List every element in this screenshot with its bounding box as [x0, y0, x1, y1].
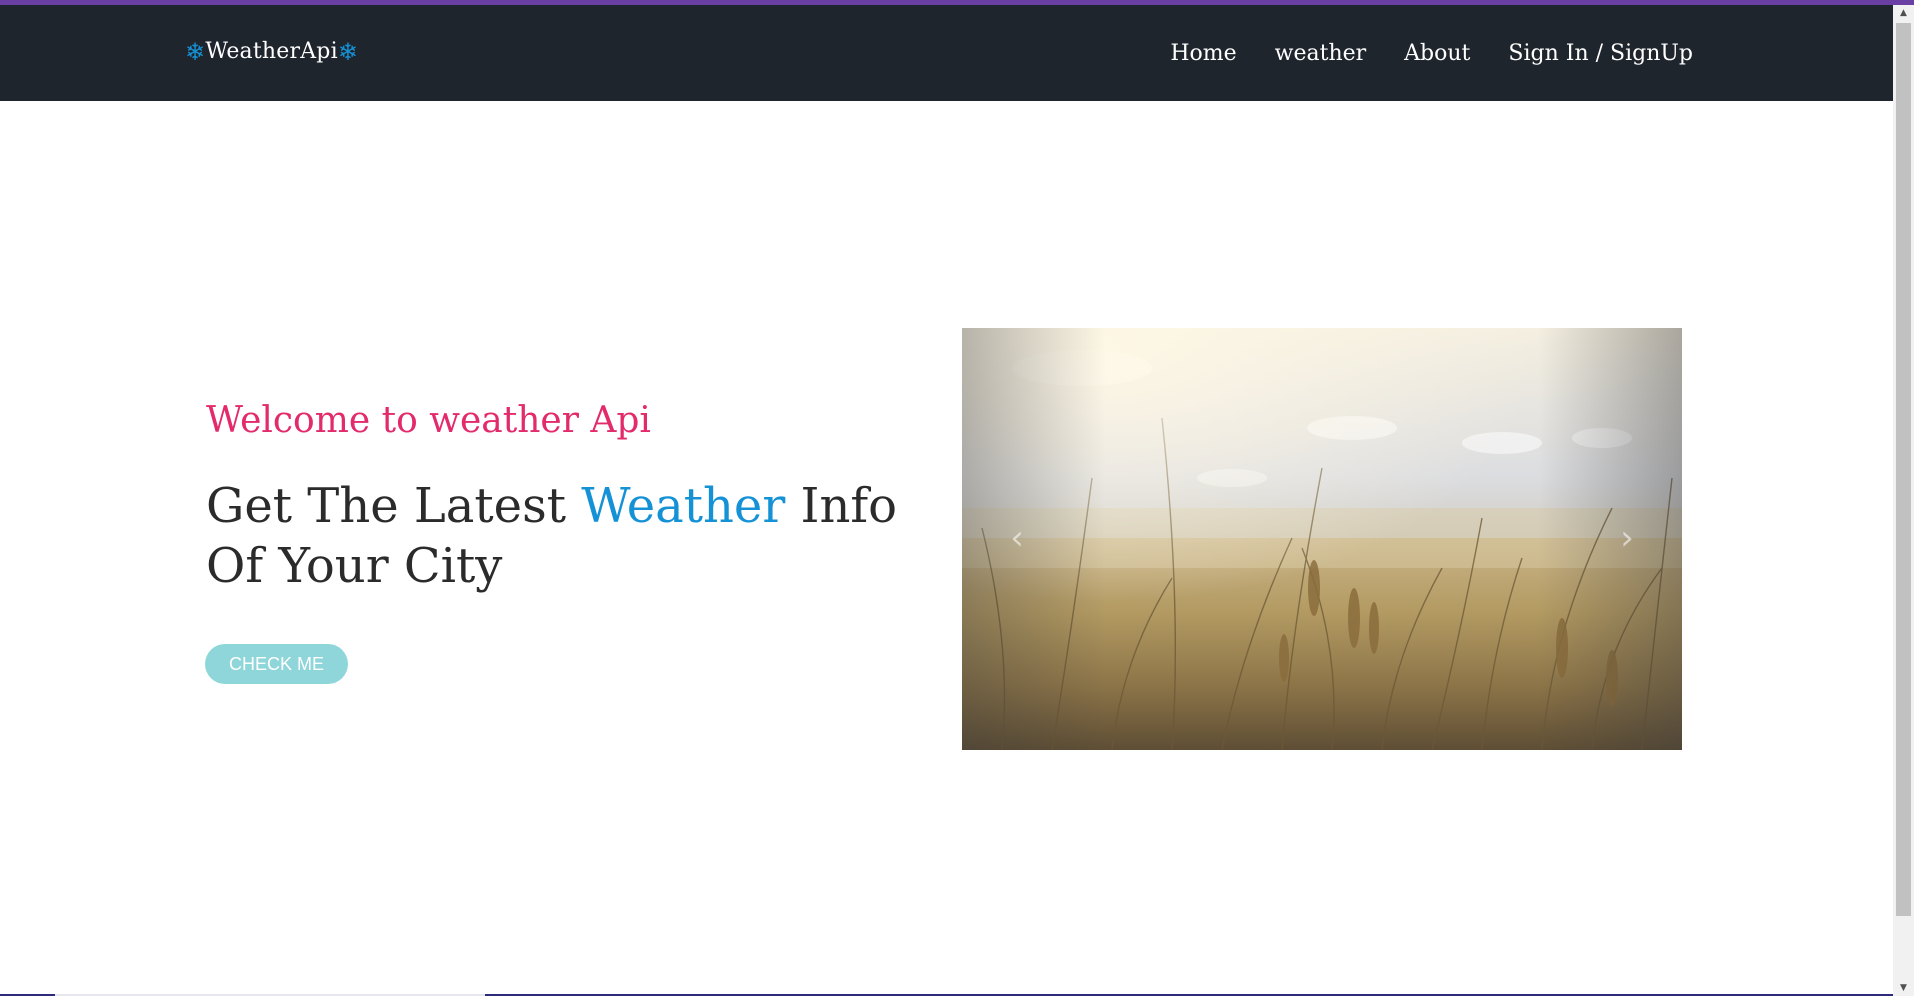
brand-name: WeatherApi — [205, 39, 338, 64]
vertical-scrollbar[interactable]: ▲ ▼ — [1893, 5, 1914, 996]
welcome-heading: Welcome to weather Api — [206, 400, 651, 441]
navbar: ❄ WeatherApi ❄ Home weather About Sign I… — [0, 5, 1893, 101]
page: ❄ WeatherApi ❄ Home weather About Sign I… — [0, 0, 1914, 996]
headline-text: Get The Latest — [206, 478, 582, 534]
scroll-down-arrow-icon[interactable]: ▼ — [1893, 980, 1914, 996]
scroll-up-arrow-icon[interactable]: ▲ — [1893, 5, 1914, 21]
hero-headline: Get The Latest Weather Info Of Your City — [206, 476, 906, 596]
nav-link-home[interactable]: Home — [1170, 41, 1236, 66]
snowflake-icon: ❄ — [185, 37, 206, 66]
nav-link-weather[interactable]: weather — [1275, 41, 1367, 66]
wheat-field-photo — [962, 328, 1682, 750]
snowflake-icon: ❄ — [337, 37, 359, 66]
chevron-left-icon[interactable]: ‹ — [1002, 518, 1032, 558]
brand-logo[interactable]: ❄ WeatherApi ❄ — [185, 39, 358, 64]
nav-links: Home weather About Sign In / SignUp — [1132, 41, 1693, 66]
chevron-right-icon[interactable]: › — [1612, 518, 1642, 558]
scroll-thumb[interactable] — [1896, 23, 1911, 916]
nav-link-sign-in[interactable]: Sign In / SignUp — [1508, 41, 1693, 66]
hero-carousel: ‹ › — [962, 328, 1682, 750]
headline-accent: Weather — [581, 478, 786, 534]
check-me-button[interactable]: CHECK ME — [205, 644, 348, 684]
nav-link-about[interactable]: About — [1404, 41, 1470, 66]
